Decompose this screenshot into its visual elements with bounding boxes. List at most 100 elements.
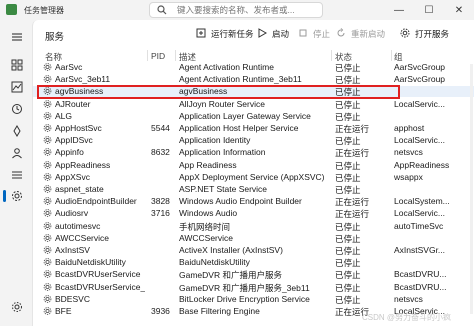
cell-name: BcastDVRUserService_... — [55, 281, 145, 292]
cell-pid: 8632 — [151, 147, 170, 158]
service-icon — [43, 185, 52, 193]
table-row[interactable]: AppIDSvc Application Identity 已停止 LocalServ… — [33, 135, 474, 146]
table-row[interactable]: AppXSvc AppX Deployment Service (AppXSVC)… — [33, 172, 474, 183]
settings-icon[interactable] — [10, 300, 24, 314]
stop-icon — [297, 28, 309, 41]
cell-description: BitLocker Drive Encryption Service — [179, 293, 310, 304]
cell-description: AllJoyn Router Service — [179, 98, 265, 109]
cell-status: 已停止 — [335, 87, 361, 98]
table-row[interactable]: AudioEndpointBuilder 3828 Windows Audio En… — [33, 196, 474, 207]
service-icon — [43, 209, 52, 218]
search-box[interactable] — [149, 2, 323, 18]
cell-name: Audiosrv — [55, 208, 89, 219]
table-row[interactable]: autotimesvc 手机网络时间 已停止 autoTimeSvc — [33, 221, 474, 232]
cell-name: AarSvc — [55, 62, 83, 72]
hamburger-icon[interactable] — [10, 30, 24, 44]
cell-group: apphost — [394, 123, 425, 133]
table-row[interactable]: BcastDVRUserService GameDVR 和广播用户服务 已停止 Bca… — [33, 269, 474, 280]
cell-description: Base Filtering Engine — [179, 306, 260, 316]
cell-pid: 5544 — [151, 123, 170, 133]
service-icon — [43, 221, 52, 230]
table-row[interactable]: AppHostSvc 5544 Application Host Helper Se… — [33, 123, 474, 134]
cell-description: ASP.NET State Service — [179, 184, 268, 194]
table-row[interactable]: AarSvc_3eb11 Agent Activation Runtime_3eb… — [33, 74, 474, 85]
minimize-button[interactable]: — — [384, 0, 414, 20]
table-row[interactable]: BaiduNetdiskUtility BaiduNetdiskUtility 已停… — [33, 257, 474, 268]
service-icon — [43, 246, 52, 254]
cell-status: 已停止 — [335, 75, 361, 86]
cell-name: AppHostSvc — [55, 123, 102, 133]
search-icon — [155, 3, 169, 17]
cell-status: 正在运行 — [335, 209, 370, 220]
cell-status: 已停止 — [335, 63, 361, 73]
service-icon — [43, 124, 52, 132]
service-icon — [43, 197, 52, 206]
cell-name: AxInstSV — [55, 245, 90, 255]
users-icon[interactable] — [10, 146, 24, 160]
cell-name: AppIDSvc — [55, 135, 93, 146]
header-pid[interactable]: PID — [151, 51, 165, 61]
services-icon[interactable] — [10, 189, 24, 203]
column-divider[interactable] — [331, 50, 332, 61]
performance-chart-icon[interactable] — [10, 80, 24, 94]
cell-name: aspnet_state — [55, 184, 104, 194]
startup-icon[interactable] — [10, 124, 24, 138]
cell-status: 已停止 — [335, 246, 361, 256]
services-panel: 服务 运行新任务 启动 停止 重新启动 打开服务 名称 PID 描述 状态 组 … — [32, 20, 474, 326]
table-row[interactable]: BcastDVRUserService_... GameDVR 和广播用户服务_3… — [33, 282, 474, 293]
maximize-button[interactable]: ☐ — [414, 0, 444, 20]
processes-icon[interactable] — [10, 58, 24, 72]
scrollbar[interactable] — [470, 64, 473, 314]
stop-label: 停止 — [313, 29, 331, 39]
cell-group: LocalSystem... — [394, 196, 450, 207]
restart-button[interactable]: 重新启动 — [335, 27, 385, 41]
open-services-button[interactable]: 打开服务 — [399, 27, 449, 41]
run-new-task-label: 运行新任务 — [211, 29, 254, 39]
stop-button[interactable]: 停止 — [297, 27, 330, 41]
service-icon — [43, 148, 52, 157]
column-divider[interactable] — [391, 50, 392, 61]
start-button[interactable]: 启动 — [256, 27, 289, 41]
table-row[interactable]: Appinfo 8632 Application Information 正在运行 ne… — [33, 147, 474, 158]
table-row[interactable]: AJRouter AllJoyn Router Service 已停止 LocalSe… — [33, 99, 474, 110]
service-icon — [43, 294, 52, 303]
table-row[interactable]: BDESVC BitLocker Drive Encryption Service… — [33, 294, 474, 305]
watermark: CSDN @努力奋斗的小疯 — [362, 313, 452, 322]
table-row[interactable]: agvBusiness agvBusiness 已停止 — [33, 86, 474, 97]
table-row[interactable]: Audiosrv 3716 Windows Audio 正在运行 LocalServic… — [33, 208, 474, 219]
run-task-icon — [195, 28, 207, 41]
cell-description: 手机网络时间 — [179, 221, 231, 232]
run-new-task-button[interactable]: 运行新任务 — [195, 27, 254, 41]
table-row[interactable]: AarSvc Agent Activation Runtime 已停止 AarSvcG… — [33, 62, 474, 73]
search-input[interactable] — [177, 5, 317, 15]
cell-status: 已停止 — [335, 160, 361, 171]
cell-description: GameDVR 和广播用户服务_3eb11 — [179, 282, 310, 293]
column-divider[interactable] — [147, 50, 148, 61]
start-label: 启动 — [272, 29, 290, 39]
cell-name: BDESVC — [55, 293, 90, 304]
details-list-icon[interactable] — [10, 168, 24, 182]
cell-status: 已停止 — [335, 233, 361, 244]
table-row[interactable]: AWCCService AWCCService 已停止 — [33, 233, 474, 244]
service-icon — [43, 258, 52, 267]
table-row[interactable]: AppReadiness App Readiness 已停止 AppReadiness — [33, 160, 474, 171]
cell-description: Windows Audio Endpoint Builder — [179, 196, 302, 207]
cell-description: Application Identity — [179, 135, 251, 146]
cell-group: AppReadiness — [394, 159, 450, 170]
cell-description: Application Host Helper Service — [179, 123, 299, 133]
cell-name: ALG — [55, 110, 73, 121]
cell-description: GameDVR 和广播用户服务 — [179, 270, 282, 281]
page-title: 服务 — [45, 32, 65, 43]
table-row[interactable]: AxInstSV ActiveX Installer (AxInstSV) 已停止 A… — [33, 245, 474, 256]
restart-label: 重新启动 — [351, 29, 386, 39]
cell-description: Application Layer Gateway Service — [179, 110, 311, 121]
table-row[interactable]: ALG Application Layer Gateway Service 已停止 — [33, 111, 474, 122]
left-navigation — [0, 20, 32, 326]
cell-status: 已停止 — [335, 294, 361, 305]
column-divider[interactable] — [175, 50, 176, 61]
table-row[interactable]: aspnet_state ASP.NET State Service 已停止 — [33, 184, 474, 195]
close-button[interactable]: ✕ — [444, 0, 474, 20]
app-history-icon[interactable] — [10, 102, 24, 116]
cell-description: BaiduNetdiskUtility — [179, 257, 250, 268]
cell-name: AppReadiness — [55, 159, 111, 170]
